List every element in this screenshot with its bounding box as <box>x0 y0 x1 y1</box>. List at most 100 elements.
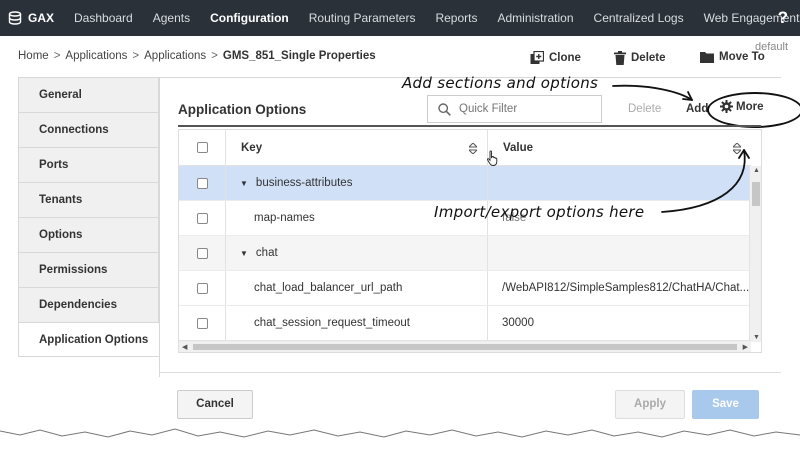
sidebar-item-ports[interactable]: Ports <box>18 147 159 182</box>
brand-name: GAX <box>28 11 55 25</box>
row-checkbox[interactable] <box>196 247 208 259</box>
quick-filter[interactable] <box>427 95 602 123</box>
row-value <box>487 236 751 270</box>
table-row[interactable]: chat_session_request_timeout 30000 <box>179 306 751 341</box>
database-icon <box>8 11 22 25</box>
options-table: Key Value ▼ business-attributes map-name… <box>178 129 762 353</box>
sort-icon[interactable] <box>733 143 741 154</box>
scroll-down-icon[interactable]: ▼ <box>753 334 760 341</box>
scroll-right-icon[interactable]: ▶ <box>743 343 748 351</box>
clone-label: Clone <box>549 52 581 64</box>
breadcrumb-applications-2[interactable]: Applications <box>144 50 206 62</box>
row-key: ▼ business-attributes <box>225 166 487 200</box>
expand-toggle-icon[interactable]: ▼ <box>240 179 248 188</box>
delete-object-button[interactable]: Delete <box>614 51 666 65</box>
sidebar-item-permissions[interactable]: Permissions <box>18 252 159 287</box>
move-to-button[interactable]: Move To <box>700 51 765 63</box>
application-options-panel: Application Options Delete Add More K <box>159 77 800 377</box>
sidebar: General Connections Ports Tenants Option… <box>18 77 160 357</box>
sidebar-item-dependencies[interactable]: Dependencies <box>18 287 159 322</box>
breadcrumb-applications[interactable]: Applications <box>65 50 127 62</box>
row-check-cell <box>179 236 225 270</box>
nav-agents[interactable]: Agents <box>143 0 200 36</box>
footer-divider <box>159 372 781 373</box>
sidebar-item-general[interactable]: General <box>18 77 159 112</box>
column-header-key[interactable]: Key <box>225 130 487 165</box>
quick-filter-input[interactable] <box>459 103 589 115</box>
highlight-circle <box>707 92 800 128</box>
table-body: ▼ business-attributes map-names false ▼ ch… <box>179 166 751 341</box>
nav-dashboard[interactable]: Dashboard <box>64 0 143 36</box>
row-key: chat_load_balancer_url_path <box>225 271 487 305</box>
column-header-value[interactable]: Value <box>487 130 751 165</box>
hand-cursor-icon <box>487 150 498 166</box>
sidebar-item-options[interactable]: Options <box>18 217 159 252</box>
trash-icon <box>614 51 626 65</box>
folder-icon <box>700 52 714 63</box>
clone-button[interactable]: Clone <box>530 51 581 65</box>
breadcrumb-separator: > <box>53 50 61 62</box>
scroll-left-icon[interactable]: ◀ <box>182 343 187 351</box>
scroll-up-icon[interactable]: ▲ <box>753 167 760 174</box>
search-icon <box>438 102 451 116</box>
panel-title: Application Options <box>178 102 307 117</box>
breadcrumb-current: GMS_851_Single Properties <box>222 50 376 62</box>
breadcrumb-separator: > <box>211 50 218 62</box>
save-button[interactable]: Save <box>692 390 759 419</box>
sidebar-item-tenants[interactable]: Tenants <box>18 182 159 217</box>
column-header-value-label: Value <box>503 142 534 154</box>
horizontal-scrollbar[interactable]: ◀ ▶ <box>179 340 751 352</box>
column-header-key-label: Key <box>241 142 263 154</box>
nav-centralized-logs[interactable]: Centralized Logs <box>584 0 694 36</box>
add-button[interactable]: Add <box>686 103 708 115</box>
nav-configuration[interactable]: Configuration <box>200 0 299 36</box>
delete-label: Delete <box>631 52 666 64</box>
torn-edge <box>0 428 800 453</box>
table-row[interactable]: chat_load_balancer_url_path /WebAPI812/S… <box>179 271 751 306</box>
vertical-scrollbar[interactable]: ▲ ▼ <box>749 166 761 342</box>
clone-icon <box>530 51 544 64</box>
breadcrumb-separator: > <box>132 50 140 62</box>
expand-toggle-icon[interactable]: ▼ <box>240 249 248 258</box>
cancel-button[interactable]: Cancel <box>177 390 253 419</box>
row-checkbox[interactable] <box>196 282 208 294</box>
row-checkbox[interactable] <box>196 177 208 189</box>
row-key-label: chat <box>255 247 278 259</box>
row-check-cell <box>179 166 225 200</box>
delete-option-button[interactable]: Delete <box>628 103 661 115</box>
vertical-scroll-thumb[interactable] <box>752 182 760 206</box>
sort-icon[interactable] <box>469 143 477 154</box>
table-row[interactable]: ▼ business-attributes <box>179 166 751 201</box>
apply-button[interactable]: Apply <box>615 390 685 419</box>
row-value: /WebAPI812/SimpleSamples812/ChatHA/Chat.… <box>487 271 751 305</box>
row-checkbox[interactable] <box>196 212 208 224</box>
row-check-cell <box>179 201 225 235</box>
row-checkbox[interactable] <box>196 317 208 329</box>
move-to-label: Move To <box>719 51 765 63</box>
table-header: Key Value <box>179 130 751 166</box>
nav-administration[interactable]: Administration <box>488 0 584 36</box>
row-value <box>487 166 751 200</box>
sidebar-item-application-options[interactable]: Application Options <box>18 322 160 357</box>
breadcrumb: Home > Applications > Applications > GMS_851_S… <box>18 50 376 62</box>
annotation-add-sections: Add sections and options <box>402 74 599 92</box>
annotation-import-export: Import/export options here <box>434 203 645 221</box>
help-button[interactable]: ? <box>778 0 788 36</box>
breadcrumb-home[interactable]: Home <box>18 50 49 62</box>
sidebar-item-connections[interactable]: Connections <box>18 112 159 147</box>
row-key: chat_session_request_timeout <box>225 306 487 340</box>
brand-logo[interactable]: GAX <box>0 0 64 36</box>
row-value: 30000 <box>487 306 751 340</box>
row-check-cell <box>179 271 225 305</box>
select-all-checkbox[interactable] <box>196 142 208 153</box>
row-key-label: business-attributes <box>255 177 353 189</box>
title-divider <box>178 125 761 127</box>
row-key: ▼ chat <box>225 236 487 270</box>
nav-reports[interactable]: Reports <box>425 0 487 36</box>
nav-routing-parameters[interactable]: Routing Parameters <box>299 0 426 36</box>
table-row[interactable]: ▼ chat <box>179 236 751 271</box>
top-navbar: GAX Dashboard Agents Configuration Routi… <box>0 0 800 36</box>
horizontal-scroll-thumb[interactable] <box>193 344 737 350</box>
row-check-cell <box>179 306 225 340</box>
select-all-cell <box>179 130 225 165</box>
